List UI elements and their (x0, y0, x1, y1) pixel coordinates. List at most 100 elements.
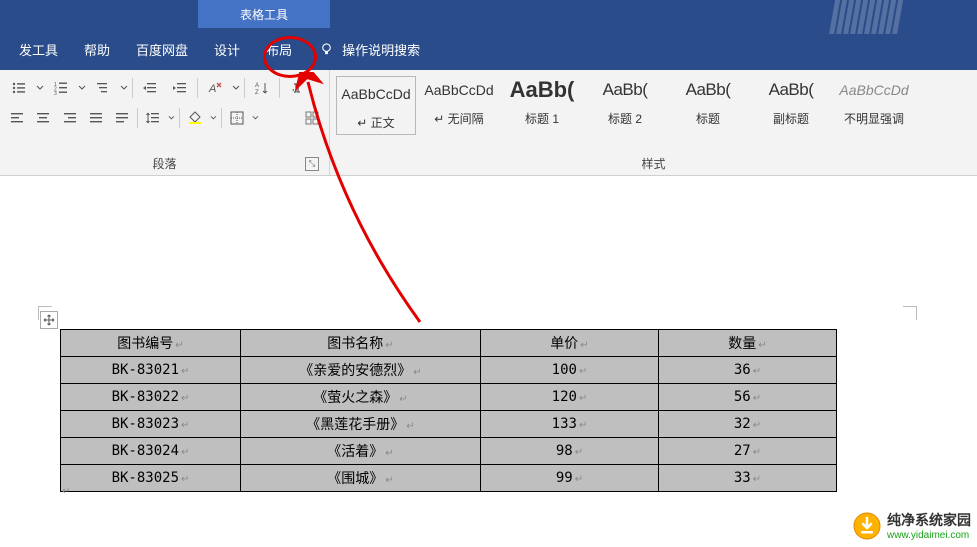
table-cell[interactable]: 120↵ (481, 384, 659, 411)
tab-help[interactable]: 帮助 (71, 28, 123, 70)
table-cell[interactable]: 33↵ (659, 465, 837, 492)
style-preview: AaBbCcDd (419, 76, 499, 104)
table-cell[interactable]: BK-83024↵ (61, 438, 241, 465)
paragraph-dialog-launcher[interactable]: ⤡ (305, 157, 319, 171)
align-right-button[interactable] (58, 106, 80, 130)
ribbon-tabs: 发工具 帮助 百度网盘 设计 布局 操作说明搜索 (0, 28, 977, 70)
style-name-label: ↵ 正文 (337, 114, 415, 131)
sort-button[interactable]: AZ (249, 76, 275, 100)
table-cell[interactable]: 98↵ (481, 438, 659, 465)
style-item-6[interactable]: AaBbCcDd 不明显强调 (834, 76, 914, 127)
chevron-down-icon[interactable] (168, 114, 175, 122)
tab-layout[interactable]: 布局 (253, 28, 305, 70)
table-move-handle[interactable] (40, 311, 58, 329)
show-marks-button[interactable] (284, 76, 310, 100)
table-row[interactable]: BK-83021↵《亲爱的安德烈》↵100↵36↵ (61, 357, 837, 384)
style-preview: AaBbCcDd (337, 80, 415, 108)
table-header-cell[interactable]: 图书编号↵ (61, 330, 241, 357)
table-cell[interactable]: 36↵ (659, 357, 837, 384)
tab-developer[interactable]: 发工具 (6, 28, 71, 70)
document-area[interactable]: 图书编号↵图书名称↵单价↵数量↵ BK-83021↵《亲爱的安德烈》↵100↵3… (0, 176, 977, 547)
align-center-button[interactable] (32, 106, 54, 130)
tab-baidu-netdisk[interactable]: 百度网盘 (123, 28, 201, 70)
style-item-0[interactable]: AaBbCcDd ↵ 正文 (336, 76, 416, 135)
table-header-cell[interactable]: 图书名称↵ (241, 330, 481, 357)
watermark-url: www.yidaimei.com (887, 530, 971, 541)
svg-text:A: A (208, 83, 216, 95)
bullets-button[interactable] (6, 76, 32, 100)
table-cell[interactable]: BK-83021↵ (61, 357, 241, 384)
tab-design[interactable]: 设计 (201, 28, 253, 70)
ribbon: 123 A AZ (0, 70, 977, 176)
table-cell[interactable]: 133↵ (481, 411, 659, 438)
chevron-down-icon[interactable] (36, 84, 44, 92)
watermark-logo-icon (853, 512, 881, 540)
watermark-title: 纯净系统家园 (887, 510, 971, 530)
table-cell[interactable]: 27↵ (659, 438, 837, 465)
ribbon-group-styles: AaBbCcDd↵ 正文AaBbCcDd↵ 无间隔AaBb(标题 1AaBb(标… (330, 70, 977, 175)
style-preview: AaBbCcDd (834, 76, 914, 104)
style-name-label: 标题 (668, 110, 748, 127)
style-preview: AaBb( (585, 76, 665, 104)
table-cell[interactable]: 《黑莲花手册》↵ (241, 411, 481, 438)
table-row[interactable]: BK-83022↵《萤火之森》↵120↵56↵ (61, 384, 837, 411)
borders-button[interactable] (226, 106, 248, 130)
style-name-label: 标题 1 (502, 110, 582, 127)
style-item-5[interactable]: AaBb( 副标题 (751, 76, 831, 127)
table-row[interactable]: BK-83023↵《黑莲花手册》↵133↵32↵ (61, 411, 837, 438)
shading-button[interactable] (184, 106, 206, 130)
line-spacing-button[interactable] (142, 106, 164, 130)
style-preview: AaBb( (668, 76, 748, 104)
ribbon-group-paragraph: 123 A AZ (0, 70, 330, 175)
table-cell[interactable]: BK-83025↵ (61, 465, 241, 492)
clear-formatting-button[interactable]: A (202, 76, 228, 100)
page-corner-icon (903, 306, 917, 320)
svg-text:A: A (255, 83, 259, 89)
table-cell[interactable]: 56↵ (659, 384, 837, 411)
style-preview: AaBb( (751, 76, 831, 104)
chevron-down-icon[interactable] (78, 84, 86, 92)
table-row[interactable]: BK-83024↵《活着》↵98↵27↵ (61, 438, 837, 465)
table-cell[interactable]: 《亲爱的安德烈》↵ (241, 357, 481, 384)
table-header-cell[interactable]: 单价↵ (481, 330, 659, 357)
increase-indent-button[interactable] (167, 76, 193, 100)
decrease-indent-button[interactable] (137, 76, 163, 100)
style-item-3[interactable]: AaBb( 标题 2 (585, 76, 665, 127)
data-table[interactable]: 图书编号↵图书名称↵单价↵数量↵ BK-83021↵《亲爱的安德烈》↵100↵3… (60, 329, 837, 492)
style-name-label: ↵ 无间隔 (419, 110, 499, 127)
chevron-down-icon[interactable] (252, 114, 259, 122)
snap-grid-button[interactable] (301, 106, 323, 130)
table-cell[interactable]: 《活着》↵ (241, 438, 481, 465)
align-distribute-button[interactable] (111, 106, 133, 130)
table-cell[interactable]: BK-83023↵ (61, 411, 241, 438)
chevron-down-icon[interactable] (232, 84, 240, 92)
align-justify-button[interactable] (85, 106, 107, 130)
context-tab-table-tools: 表格工具 (198, 0, 330, 28)
styles-group-label: 样式 (641, 155, 665, 172)
lightbulb-icon (319, 42, 334, 57)
table-header-cell[interactable]: 数量↵ (659, 330, 837, 357)
style-name-label: 副标题 (751, 110, 831, 127)
paragraph-group-label: 段落 (152, 155, 176, 172)
table-cell[interactable]: 100↵ (481, 357, 659, 384)
table-cell[interactable]: 32↵ (659, 411, 837, 438)
table-row[interactable]: BK-83025↵《围城》↵99↵33↵ (61, 465, 837, 492)
numbering-button[interactable]: 123 (48, 76, 74, 100)
tell-me-search[interactable]: 操作说明搜索 (342, 40, 420, 59)
table-cell[interactable]: BK-83022↵ (61, 384, 241, 411)
multilevel-list-button[interactable] (90, 76, 116, 100)
chevron-down-icon[interactable] (120, 84, 128, 92)
style-item-4[interactable]: AaBb( 标题 (668, 76, 748, 127)
table-cell[interactable]: 《围城》↵ (241, 465, 481, 492)
style-item-2[interactable]: AaBb( 标题 1 (502, 76, 582, 127)
table-cell[interactable]: 99↵ (481, 465, 659, 492)
style-preview: AaBb( (502, 76, 582, 104)
style-name-label: 不明显强调 (834, 110, 914, 127)
svg-text:3: 3 (54, 91, 57, 96)
svg-text:Z: Z (255, 90, 259, 96)
chevron-down-icon[interactable] (210, 114, 217, 122)
style-item-1[interactable]: AaBbCcDd ↵ 无间隔 (419, 76, 499, 127)
style-name-label: 标题 2 (585, 110, 665, 127)
table-cell[interactable]: 《萤火之森》↵ (241, 384, 481, 411)
align-left-button[interactable] (6, 106, 28, 130)
